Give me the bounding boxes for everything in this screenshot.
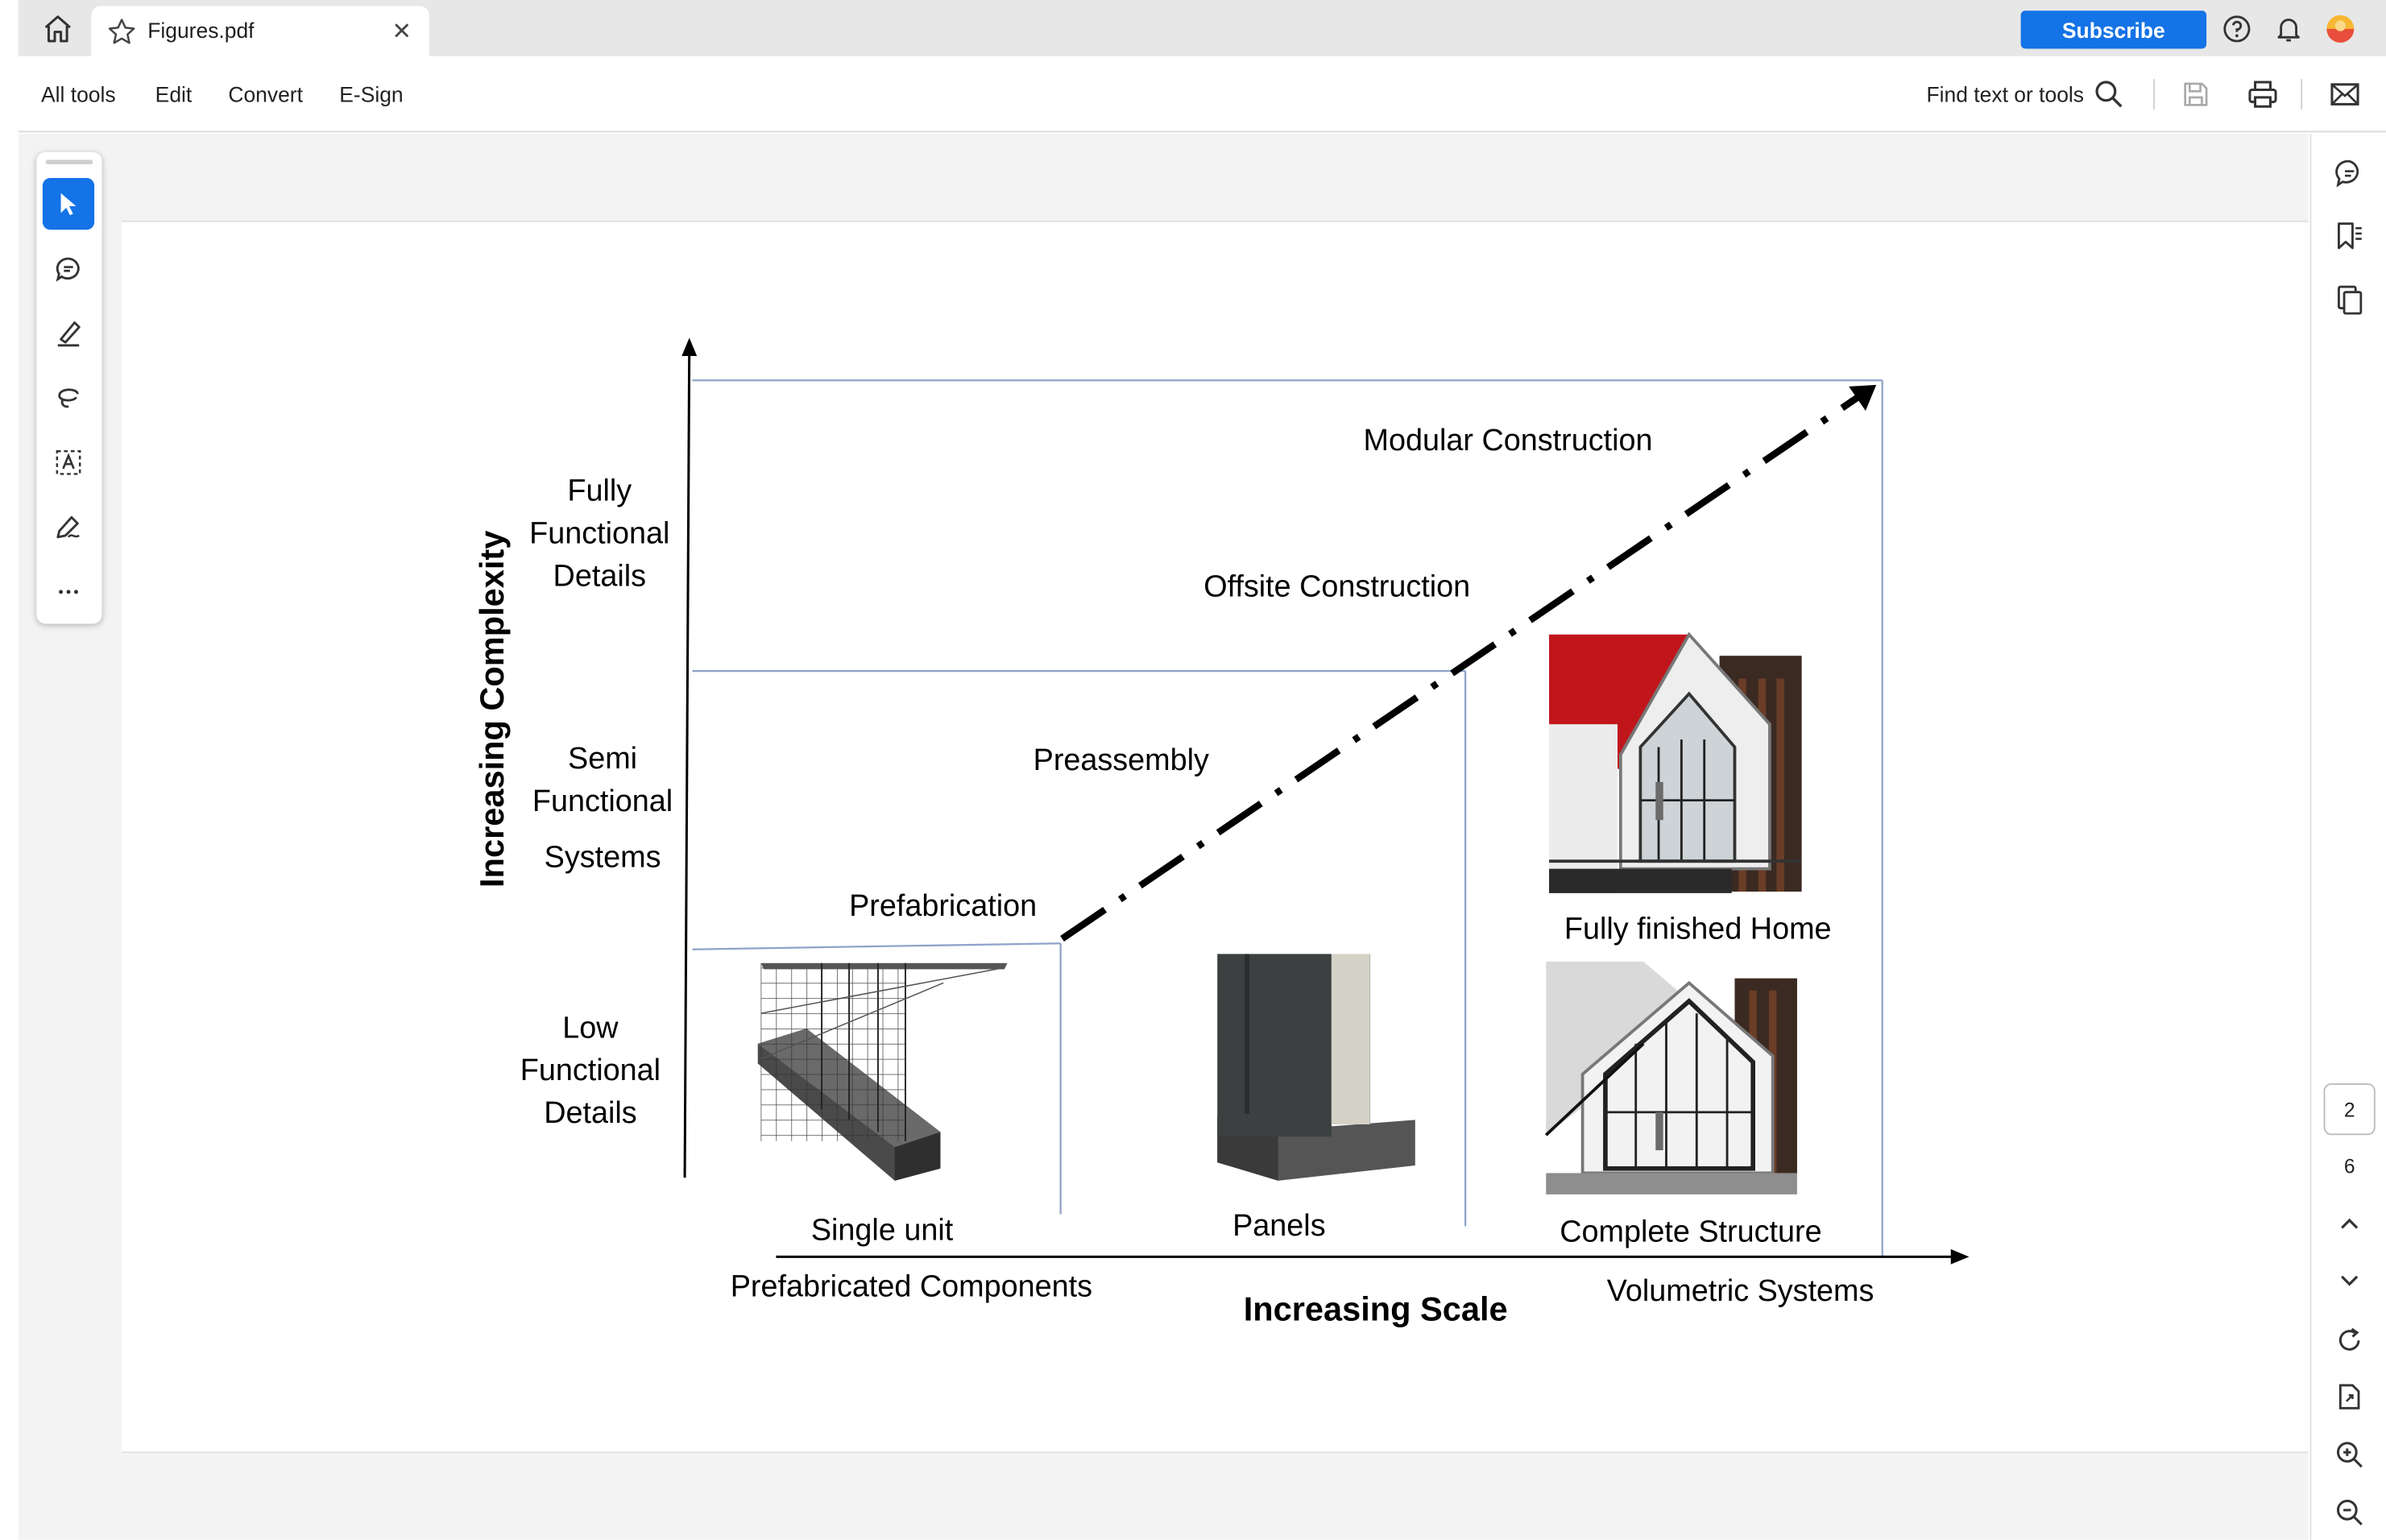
construction-figure: Increasing Complexity Fully Functional D… [473, 337, 1970, 1328]
star-icon[interactable] [106, 17, 137, 48]
tab-bar: Figures.pdf Subscribe [18, 0, 2386, 56]
caption-fully-finished: Fully finished Home [1564, 913, 1832, 946]
total-pages: 6 [2343, 1153, 2355, 1178]
menu-convert[interactable]: Convert [228, 82, 303, 106]
pages-icon[interactable] [2331, 281, 2367, 317]
chevron-down-icon[interactable] [2331, 1261, 2367, 1298]
stage-modular: Modular Construction [1364, 424, 1653, 457]
level-middle-line3: Systems [545, 841, 661, 875]
x-axis-arrow [1950, 1248, 1970, 1265]
comment-tool-button[interactable] [43, 243, 94, 295]
caption-panels: Panels [1232, 1209, 1325, 1243]
y-axis-arrow [681, 337, 698, 357]
panels-image [1217, 954, 1415, 1181]
y-axis-label: Increasing Complexity [473, 531, 511, 888]
help-icon[interactable] [2222, 14, 2252, 44]
comment-icon [56, 257, 80, 282]
level-bottom-line2: Functional [520, 1054, 661, 1087]
bookmark-icon[interactable] [2331, 217, 2367, 254]
rotate-icon[interactable] [2331, 1323, 2367, 1359]
cursor-icon [60, 192, 77, 216]
more-tools-button[interactable] [43, 565, 94, 616]
scale-right-label: Volumetric Systems [1607, 1274, 1874, 1308]
caption-complete-structure: Complete Structure [1560, 1215, 1821, 1248]
home-icon[interactable] [39, 10, 76, 47]
stage-offsite: Offsite Construction [1203, 570, 1470, 604]
menu-edit[interactable]: Edit [155, 82, 193, 106]
menu-all-tools[interactable]: All tools [41, 82, 116, 106]
highlighter-icon [57, 321, 81, 347]
level-middle-line2: Functional [532, 784, 673, 818]
scale-left-label: Prefabricated Components [731, 1269, 1092, 1303]
complete-structure-image [1544, 961, 1797, 1194]
close-icon[interactable] [390, 19, 414, 43]
stage-prefabrication: Prefabrication [849, 889, 1037, 923]
lasso-icon [58, 388, 79, 408]
rail-drag-handle[interactable] [45, 159, 93, 165]
zoom-out-icon[interactable] [2331, 1494, 2367, 1530]
tool-rail [36, 151, 102, 624]
draw-tool-button[interactable] [43, 371, 94, 423]
menu-bar: All tools Edit Convert E-Sign Find text … [18, 56, 2386, 133]
toolbar-divider [2301, 79, 2303, 110]
save-icon[interactable] [2179, 77, 2213, 111]
chevron-up-icon[interactable] [2331, 1207, 2367, 1243]
current-page-field[interactable]: 2 [2323, 1083, 2376, 1136]
stage-preassembly: Preassembly [1034, 743, 1209, 777]
search-icon[interactable] [2092, 77, 2126, 111]
avatar[interactable] [2325, 14, 2355, 44]
highlight-tool-button[interactable] [43, 308, 94, 359]
level-top-line2: Functional [529, 516, 669, 550]
x-axis-label: Increasing Scale [1244, 1290, 1508, 1328]
print-icon[interactable] [2246, 77, 2280, 111]
more-icon [59, 590, 78, 594]
single-unit-image [757, 962, 1008, 1181]
text-box-icon [56, 449, 81, 475]
acrobat-window: Figures.pdf Subscribe All tools Edit Con… [0, 0, 2386, 1540]
zoom-in-icon[interactable] [2331, 1436, 2367, 1472]
level-bottom-line1: Low [562, 1011, 619, 1045]
subscribe-button[interactable]: Subscribe [2020, 10, 2207, 49]
level-top-line3: Details [553, 559, 646, 593]
tab-title: Figures.pdf [147, 18, 255, 43]
find-text-button[interactable]: Find text or tools [1927, 82, 2085, 106]
comments-panel-icon[interactable] [2331, 155, 2367, 192]
y-axis-line [683, 342, 691, 1178]
pdf-page: Increasing Complexity Fully Functional D… [122, 220, 2309, 1454]
level-top-line1: Fully [567, 474, 632, 507]
toolbar-divider [2152, 79, 2155, 110]
email-icon[interactable] [2328, 77, 2362, 111]
sign-tool-button[interactable] [43, 500, 94, 552]
text-tool-button[interactable] [43, 437, 94, 488]
caption-single-unit: Single unit [811, 1214, 954, 1248]
menu-esign[interactable]: E-Sign [339, 82, 403, 106]
document-workspace[interactable]: Increasing Complexity Fully Functional D… [18, 134, 2309, 1540]
select-tool-button[interactable] [42, 178, 95, 230]
pen-icon [56, 515, 80, 539]
bell-icon[interactable] [2273, 14, 2304, 44]
level-bottom-line3: Details [544, 1096, 636, 1130]
level-middle-line1: Semi [568, 742, 637, 776]
fully-finished-home-image [1549, 631, 1802, 893]
page-fit-icon[interactable] [2331, 1378, 2367, 1414]
document-tab[interactable]: Figures.pdf [91, 6, 429, 56]
right-rail: 2 6 [2309, 134, 2386, 1540]
